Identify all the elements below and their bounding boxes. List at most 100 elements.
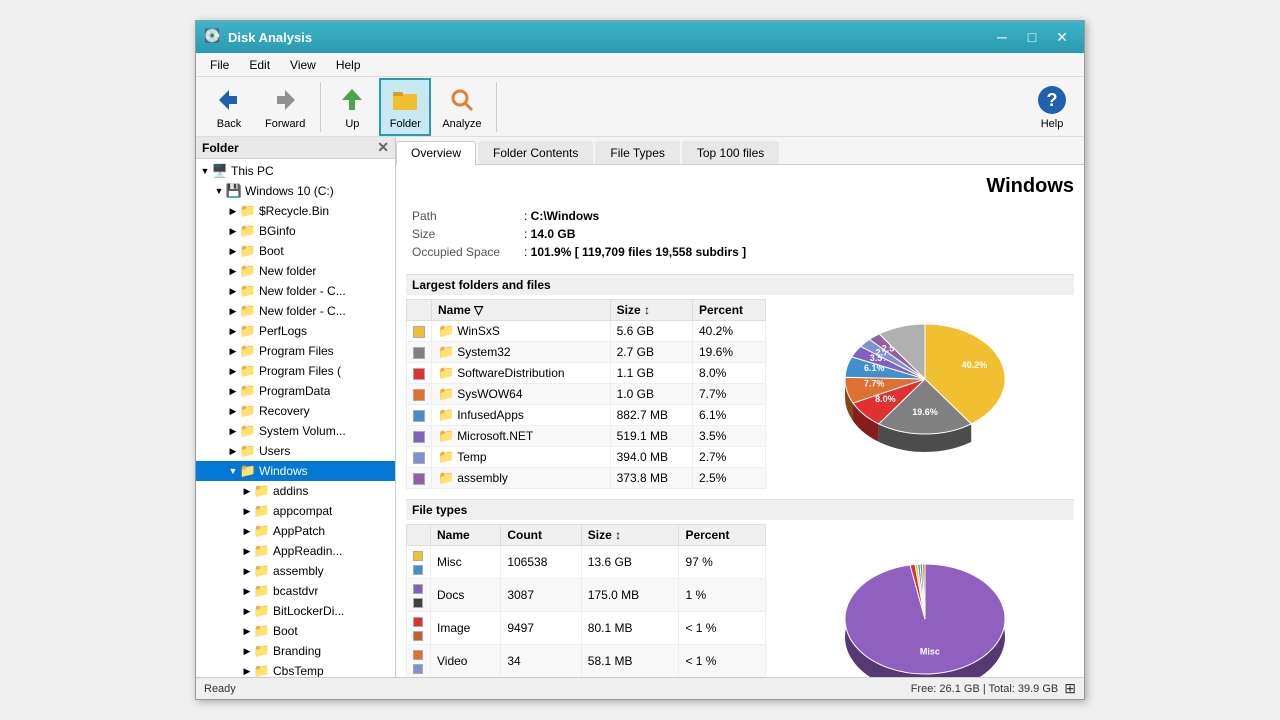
tree-item-program-files2[interactable]: ▶📁Program Files (: [196, 361, 395, 381]
tree-item-bitlocker[interactable]: ▶📁BitLockerDi...: [196, 601, 395, 621]
tree-item-addins[interactable]: ▶📁addins: [196, 481, 395, 501]
tree-toggle[interactable]: ▼: [198, 164, 212, 178]
tree-folder-icon: 🖥️: [212, 163, 228, 179]
folder-panel: Folder ✕ ▼🖥️This PC▼💾Windows 10 (C:)▶📁$R…: [196, 137, 396, 677]
folder-row[interactable]: 📁SoftwareDistribution 1.1 GB 8.0%: [407, 363, 766, 384]
ft-col-icon[interactable]: [407, 525, 431, 546]
folder-row[interactable]: 📁Temp 394.0 MB 2.7%: [407, 447, 766, 468]
tree-toggle[interactable]: ▶: [226, 444, 240, 458]
tree-toggle[interactable]: ▶: [240, 604, 254, 618]
back-button[interactable]: Back: [204, 79, 254, 135]
tree-item-windows[interactable]: ▼📁Windows: [196, 461, 395, 481]
restore-button[interactable]: □: [1018, 27, 1046, 47]
row-percent: 40.2%: [693, 321, 766, 342]
tree-toggle[interactable]: ▶: [240, 644, 254, 658]
tab-folder-contents[interactable]: Folder Contents: [478, 141, 593, 164]
col-size[interactable]: Size ↕: [610, 300, 692, 321]
tree-toggle[interactable]: ▶: [226, 284, 240, 298]
tree-item-branding[interactable]: ▶📁Branding: [196, 641, 395, 661]
panel-close-button[interactable]: ✕: [377, 139, 389, 156]
tree-item-windows-drive[interactable]: ▼💾Windows 10 (C:): [196, 181, 395, 201]
tree-item-srecycle[interactable]: ▶📁$Recycle.Bin: [196, 201, 395, 221]
tree-toggle[interactable]: ▼: [212, 184, 226, 198]
window-controls: ─ □ ✕: [988, 27, 1076, 47]
analyze-button[interactable]: Analyze: [433, 79, 490, 135]
folder-row[interactable]: 📁Microsoft.NET 519.1 MB 3.5%: [407, 426, 766, 447]
tree-toggle[interactable]: ▶: [226, 404, 240, 418]
tree-item-new-folder-c1[interactable]: ▶📁New folder - C...: [196, 281, 395, 301]
folder-row[interactable]: 📁SysWOW64 1.0 GB 7.7%: [407, 384, 766, 405]
tree-item-bcastdvr[interactable]: ▶📁bcastdvr: [196, 581, 395, 601]
tree-toggle[interactable]: ▼: [226, 464, 240, 478]
tree-item-this-pc[interactable]: ▼🖥️This PC: [196, 161, 395, 181]
folder-row[interactable]: 📁WinSxS 5.6 GB 40.2%: [407, 321, 766, 342]
col-icon[interactable]: [407, 300, 432, 321]
tree-toggle[interactable]: ▶: [240, 484, 254, 498]
row-name: 📁SysWOW64: [432, 384, 611, 405]
folder-row[interactable]: 📁InfusedApps 882.7 MB 6.1%: [407, 405, 766, 426]
tree-toggle[interactable]: ▶: [226, 304, 240, 318]
filetype-row[interactable]: Image 9497 80.1 MB < 1 %: [407, 612, 766, 645]
ft-col-count[interactable]: Count: [501, 525, 581, 546]
tree-toggle[interactable]: ▶: [226, 244, 240, 258]
tree-toggle[interactable]: ▶: [226, 324, 240, 338]
tree-toggle[interactable]: ▶: [226, 224, 240, 238]
col-percent[interactable]: Percent: [693, 300, 766, 321]
folder-row[interactable]: 📁System32 2.7 GB 19.6%: [407, 342, 766, 363]
tree-toggle[interactable]: ▶: [226, 364, 240, 378]
tree-item-bginfo[interactable]: ▶📁BGinfo: [196, 221, 395, 241]
menu-help[interactable]: Help: [326, 56, 371, 74]
tree-item-apppatch[interactable]: ▶📁AppPatch: [196, 521, 395, 541]
menu-file[interactable]: File: [200, 56, 239, 74]
ft-col-size[interactable]: Size ↕: [581, 525, 679, 546]
tree-item-new-folder[interactable]: ▶📁New folder: [196, 261, 395, 281]
tree-item-perflogs[interactable]: ▶📁PerfLogs: [196, 321, 395, 341]
up-button[interactable]: Up: [327, 79, 377, 135]
menu-view[interactable]: View: [280, 56, 326, 74]
tab-top-100-files[interactable]: Top 100 files: [682, 141, 779, 164]
filetype-row[interactable]: Misc 106538 13.6 GB 97 %: [407, 546, 766, 579]
tree-item-system-volume[interactable]: ▶📁System Volum...: [196, 421, 395, 441]
tree-item-boot[interactable]: ▶📁Boot: [196, 241, 395, 261]
tree-toggle[interactable]: ▶: [240, 504, 254, 518]
row-size: 882.7 MB: [610, 405, 692, 426]
tree-item-program-files[interactable]: ▶📁Program Files: [196, 341, 395, 361]
tree-toggle[interactable]: ▶: [226, 344, 240, 358]
col-name[interactable]: Name ▽: [432, 300, 611, 321]
tree-item-new-folder-c2[interactable]: ▶📁New folder - C...: [196, 301, 395, 321]
ft-col-percent[interactable]: Percent: [679, 525, 766, 546]
tree-toggle[interactable]: ▶: [240, 524, 254, 538]
tree-toggle[interactable]: ▶: [226, 204, 240, 218]
menu-edit[interactable]: Edit: [239, 56, 280, 74]
help-button[interactable]: ? Help: [1028, 80, 1076, 134]
tree-item-boot2[interactable]: ▶📁Boot: [196, 621, 395, 641]
folder-button[interactable]: Folder: [379, 78, 431, 136]
tree-toggle[interactable]: ▶: [226, 384, 240, 398]
tree-toggle[interactable]: ▶: [226, 264, 240, 278]
tree-toggle[interactable]: ▶: [240, 544, 254, 558]
tree-item-appreadin[interactable]: ▶📁AppReadin...: [196, 541, 395, 561]
tree-toggle[interactable]: ▶: [240, 584, 254, 598]
tree-item-label: New folder - C...: [259, 304, 346, 318]
minimize-button[interactable]: ─: [988, 27, 1016, 47]
tree-item-assembly[interactable]: ▶📁assembly: [196, 561, 395, 581]
tab-overview[interactable]: Overview: [396, 141, 476, 165]
close-button[interactable]: ✕: [1048, 27, 1076, 47]
tree-item-users[interactable]: ▶📁Users: [196, 441, 395, 461]
ft-col-name[interactable]: Name: [431, 525, 501, 546]
tree-item-recovery[interactable]: ▶📁Recovery: [196, 401, 395, 421]
tree-toggle[interactable]: ▶: [226, 424, 240, 438]
filetype-row[interactable]: Video 34 58.1 MB < 1 %: [407, 645, 766, 678]
filetype-row[interactable]: Docs 3087 175.0 MB 1 %: [407, 579, 766, 612]
tree-toggle[interactable]: ▶: [240, 664, 254, 677]
tree-toggle[interactable]: ▶: [240, 624, 254, 638]
tree-item-appcompat[interactable]: ▶📁appcompat: [196, 501, 395, 521]
folder-row[interactable]: 📁assembly 373.8 MB 2.5%: [407, 468, 766, 489]
forward-button[interactable]: Forward: [256, 79, 314, 135]
overview-content: Windows Path : C:\Windows Size : 14.0 GB…: [396, 165, 1084, 677]
row-size: 2.7 GB: [610, 342, 692, 363]
tab-file-types[interactable]: File Types: [595, 141, 679, 164]
tree-toggle[interactable]: ▶: [240, 564, 254, 578]
tree-item-programdata[interactable]: ▶📁ProgramData: [196, 381, 395, 401]
tree-item-cbstemp[interactable]: ▶📁CbsTemp: [196, 661, 395, 677]
